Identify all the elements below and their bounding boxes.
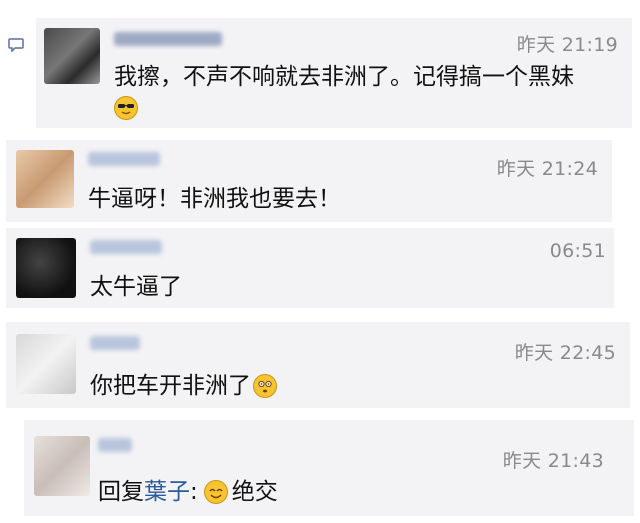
comment-timestamp: 昨天 21:19 — [516, 34, 618, 56]
comment-item: 昨天 21:43 回复 葉子 : 绝交 — [24, 420, 634, 516]
smile-emoji-icon — [203, 480, 228, 504]
avatar[interactable] — [16, 150, 74, 208]
sunglasses-emoji-icon — [114, 96, 138, 120]
reply-colon: : — [190, 478, 198, 505]
comment-text: 牛逼呀！非洲我也要去！ — [88, 188, 341, 211]
comment-text-content: 绝交 — [231, 478, 278, 505]
username-blurred[interactable] — [90, 336, 140, 350]
comment-timestamp: 昨天 21:24 — [496, 158, 598, 180]
comment-timestamp: 昨天 21:43 — [502, 450, 604, 472]
comment-item: 06:51 太牛逼了 — [6, 228, 614, 308]
avatar[interactable] — [34, 436, 90, 496]
comment-timestamp: 06:51 — [549, 240, 606, 262]
comment-timestamp: 昨天 22:45 — [514, 342, 616, 364]
comment-text: 我擦，不声不响就去非洲了。记得搞一个黑妹 — [114, 66, 574, 89]
avatar[interactable] — [44, 28, 100, 84]
comment-item: 昨天 21:19 我擦，不声不响就去非洲了。记得搞一个黑妹 — [36, 18, 632, 128]
dizzy-emoji-icon — [253, 374, 277, 398]
comment-text: 回复 葉子 : 绝交 — [98, 480, 278, 504]
comment-item: 昨天 21:24 牛逼呀！非洲我也要去！ — [6, 140, 612, 222]
comment-text: 太牛逼了 — [90, 276, 182, 299]
comment-text-content: 你把车开非洲了 — [90, 372, 251, 399]
comment-text: 你把车开非洲了 — [90, 374, 277, 398]
username-blurred[interactable] — [88, 152, 160, 166]
username-blurred[interactable] — [114, 32, 222, 46]
comment-item: 昨天 22:45 你把车开非洲了 — [6, 322, 630, 408]
reply-prefix: 回复 — [98, 478, 144, 505]
reply-to-name[interactable]: 葉子 — [144, 480, 190, 504]
username-blurred[interactable] — [98, 438, 132, 452]
avatar[interactable] — [16, 238, 76, 298]
username-blurred[interactable] — [90, 240, 162, 254]
comment-text-content: 牛逼呀！非洲我也要去！ — [88, 186, 341, 212]
comment-text-content: 太牛逼了 — [90, 274, 182, 300]
comment-text-content: 我擦，不声不响就去非洲了。记得搞一个黑妹 — [114, 64, 574, 90]
speech-bubble-icon — [8, 38, 24, 52]
avatar[interactable] — [16, 334, 76, 394]
